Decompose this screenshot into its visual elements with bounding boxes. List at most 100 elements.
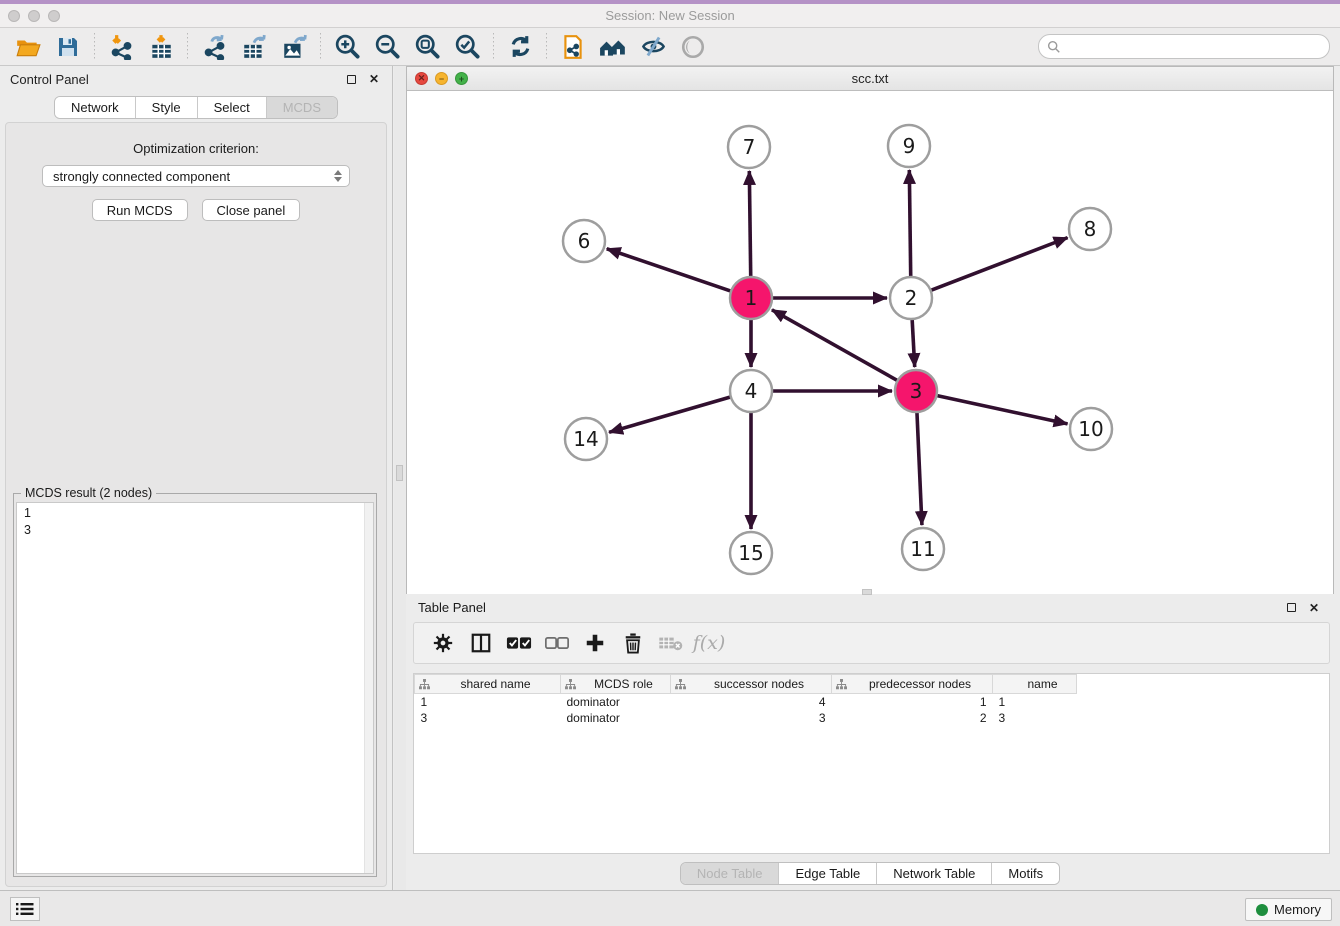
- apply-preferred-layout-button[interactable]: [505, 32, 535, 62]
- graph-edge-2-9[interactable]: [909, 170, 910, 277]
- zoom-selected-button[interactable]: [452, 32, 482, 62]
- delete-column-button[interactable]: [616, 627, 650, 659]
- run-mcds-button[interactable]: Run MCDS: [92, 199, 188, 221]
- export-network-button[interactable]: [199, 32, 229, 62]
- tab-network[interactable]: Network: [55, 97, 136, 118]
- cell-shared-name[interactable]: 1: [415, 694, 561, 710]
- cell-mcds-role[interactable]: dominator: [561, 694, 671, 710]
- split-panel-button[interactable]: [464, 627, 498, 659]
- export-image-button[interactable]: [279, 32, 309, 62]
- graph-node-label-10: 10: [1078, 417, 1103, 441]
- open-file-button[interactable]: [13, 32, 43, 62]
- select-all-columns-button[interactable]: [502, 627, 536, 659]
- close-mcds-panel-button[interactable]: Close panel: [202, 199, 301, 221]
- toolbar-separator: [493, 33, 494, 61]
- save-session-button[interactable]: [53, 32, 83, 62]
- node-layer: 7968124314101511: [563, 125, 1112, 574]
- column-header-predecessor-nodes[interactable]: predecessor nodes: [832, 675, 993, 694]
- tab-edge-table[interactable]: Edge Table: [779, 863, 877, 884]
- cell-successor-nodes[interactable]: 3: [671, 710, 832, 726]
- result-scrollbar[interactable]: [364, 503, 373, 873]
- graph-node-label-11: 11: [910, 537, 935, 561]
- graph-edge-1-7[interactable]: [749, 171, 750, 277]
- column-type-icon: [565, 679, 576, 690]
- network-close-button[interactable]: ✕: [415, 72, 428, 85]
- column-header-successor-nodes[interactable]: successor nodes: [671, 675, 832, 694]
- cell-shared-name[interactable]: 3: [415, 710, 561, 726]
- node-table: shared name MCDS role successor nodes pr…: [413, 673, 1330, 854]
- splitter-handle[interactable]: [396, 465, 403, 481]
- tab-node-table[interactable]: Node Table: [681, 863, 780, 884]
- control-tabgroup: Network Style Select MCDS: [54, 96, 338, 119]
- tab-select[interactable]: Select: [198, 97, 267, 118]
- zoom-in-button[interactable]: [332, 32, 362, 62]
- network-minimize-button[interactable]: −: [435, 72, 448, 85]
- graph-edge-3-10[interactable]: [937, 395, 1068, 423]
- search-box[interactable]: [1038, 34, 1330, 59]
- new-network-from-selection-button[interactable]: [558, 32, 588, 62]
- delete-table-button: [654, 627, 688, 659]
- tab-motifs[interactable]: Motifs: [992, 863, 1059, 884]
- zoom-out-button[interactable]: [372, 32, 402, 62]
- cell-mcds-role[interactable]: dominator: [561, 710, 671, 726]
- network-maximize-button[interactable]: +: [455, 72, 468, 85]
- maximize-window-button[interactable]: [48, 10, 60, 22]
- graph-node-label-4: 4: [745, 379, 758, 403]
- tab-mcds[interactable]: MCDS: [267, 97, 337, 118]
- add-column-button[interactable]: [578, 627, 612, 659]
- control-panel-title: Control Panel: [10, 72, 336, 87]
- cell-predecessor-nodes[interactable]: 1: [832, 694, 993, 710]
- import-network-button[interactable]: [106, 32, 136, 62]
- criterion-select[interactable]: strongly connected component: [42, 165, 350, 187]
- float-panel-button[interactable]: [343, 71, 359, 87]
- graph-edge-3-1[interactable]: [772, 310, 898, 381]
- column-label: predecessor nodes: [869, 677, 971, 691]
- zoom-fit-button[interactable]: [412, 32, 442, 62]
- table-panel: Table Panel ✕: [406, 595, 1334, 890]
- graph-node-label-1: 1: [745, 286, 758, 310]
- export-table-button[interactable]: [239, 32, 269, 62]
- graph-edge-1-6[interactable]: [607, 249, 731, 291]
- network-window-titlebar[interactable]: ✕ − + scc.txt: [407, 67, 1333, 91]
- network-canvas[interactable]: 7968124314101511: [407, 91, 1333, 594]
- minimize-window-button[interactable]: [28, 10, 40, 22]
- graph-edge-2-3[interactable]: [912, 319, 915, 367]
- cell-successor-nodes[interactable]: 4: [671, 694, 832, 710]
- cell-name[interactable]: 1: [993, 694, 1077, 710]
- graph-edge-2-8[interactable]: [931, 238, 1068, 291]
- memory-label: Memory: [1274, 902, 1321, 917]
- import-table-icon: [148, 34, 174, 60]
- mcds-result-textarea[interactable]: 1 3: [16, 502, 374, 874]
- column-type-icon: [675, 679, 686, 690]
- column-header-mcds-role[interactable]: MCDS role: [561, 675, 671, 694]
- search-input[interactable]: [1066, 40, 1321, 54]
- table-row[interactable]: 1 dominator 4 1 1: [415, 694, 1077, 710]
- close-window-button[interactable]: [8, 10, 20, 22]
- zoom-selected-icon: [454, 33, 481, 60]
- gear-icon: [432, 632, 454, 654]
- task-history-button[interactable]: [10, 897, 40, 921]
- tab-style[interactable]: Style: [136, 97, 198, 118]
- import-table-button[interactable]: [146, 32, 176, 62]
- cell-name[interactable]: 3: [993, 710, 1077, 726]
- column-header-shared-name[interactable]: shared name: [415, 675, 561, 694]
- network-window-title: scc.txt: [407, 71, 1333, 86]
- column-header-name[interactable]: name: [993, 675, 1077, 694]
- show-graphics-details-button[interactable]: [678, 32, 708, 62]
- tab-network-table[interactable]: Network Table: [877, 863, 992, 884]
- table-settings-button[interactable]: [426, 627, 460, 659]
- unselect-all-columns-button[interactable]: [540, 627, 574, 659]
- select-stepper-icon: [333, 169, 343, 183]
- first-neighbors-button[interactable]: [598, 32, 628, 62]
- memory-button[interactable]: Memory: [1245, 898, 1332, 921]
- cell-predecessor-nodes[interactable]: 2: [832, 710, 993, 726]
- table-float-button[interactable]: [1283, 600, 1299, 616]
- table-row[interactable]: 3 dominator 3 2 3: [415, 710, 1077, 726]
- table-close-button[interactable]: ✕: [1306, 600, 1322, 616]
- graph-edge-4-14[interactable]: [609, 397, 731, 432]
- close-panel-button[interactable]: ✕: [366, 71, 382, 87]
- apply-function-button: f(x): [692, 627, 726, 659]
- panel-splitter[interactable]: [394, 66, 406, 890]
- graph-edge-3-11[interactable]: [917, 412, 922, 525]
- hide-graphics-details-button[interactable]: [638, 32, 668, 62]
